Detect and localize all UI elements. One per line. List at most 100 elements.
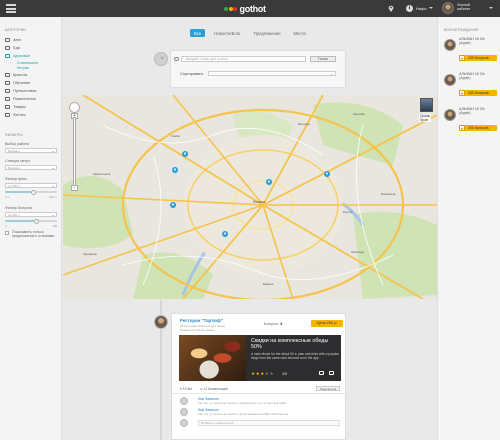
reviews-only-label[interactable]: Показывать только предложения с отзывами bbox=[12, 230, 58, 239]
reward-badge-label: 200 бонусов bbox=[468, 126, 489, 130]
map-marker[interactable] bbox=[172, 167, 179, 181]
car-icon bbox=[5, 38, 10, 42]
chevron-down-icon[interactable] bbox=[429, 6, 433, 9]
star-icon[interactable]: ★ bbox=[265, 371, 269, 377]
reward-item[interactable]: АЛЬФАН 16 Gb (Apple) ★ 200 бонусов bbox=[444, 107, 498, 137]
street-view-thumbnail[interactable] bbox=[420, 98, 433, 112]
location-pin-icon[interactable] bbox=[388, 5, 394, 12]
price-badge[interactable]: Цена 200 р. bbox=[311, 320, 343, 327]
map-marker[interactable] bbox=[170, 202, 177, 216]
category-item[interactable]: Развлечения bbox=[5, 97, 36, 101]
add-comment: Добавить комментарий bbox=[180, 419, 340, 428]
map-label: Реутов bbox=[343, 210, 353, 214]
map-pan-control[interactable] bbox=[69, 102, 80, 113]
filters-title: ФИЛЬТРЫ bbox=[5, 133, 23, 137]
price-slider[interactable] bbox=[5, 189, 57, 195]
category-item[interactable]: Товары bbox=[5, 105, 26, 109]
category-label: Фитнес bbox=[13, 113, 26, 117]
category-item[interactable]: Еда bbox=[5, 46, 20, 50]
sort-select[interactable] bbox=[208, 71, 336, 76]
likes-count[interactable]: ♥ 15 like bbox=[180, 387, 192, 391]
reviews-only-checkbox[interactable] bbox=[5, 231, 9, 235]
avatar[interactable] bbox=[442, 2, 454, 14]
category-item[interactable]: Красота bbox=[5, 73, 27, 77]
reward-item[interactable]: АЛЬФАН 16 Gb (Apple) ★ 200 бонусов bbox=[444, 37, 498, 67]
deal-banner[interactable]: Скидки на комплексные обеды 50% A main d… bbox=[179, 335, 341, 381]
zoom-slider[interactable] bbox=[73, 117, 76, 187]
search-input[interactable]: Введите слово для поиска bbox=[181, 56, 306, 62]
rating-stars[interactable]: ★ ★ ★ ★ ★ bbox=[251, 371, 274, 377]
star-icon[interactable]: ★ bbox=[251, 371, 255, 377]
price-min: 0 тг bbox=[5, 195, 10, 199]
price-slider-handle[interactable] bbox=[31, 189, 37, 195]
star-icon: ★ bbox=[459, 55, 465, 61]
category-label: Еда bbox=[13, 46, 20, 50]
avatar[interactable] bbox=[180, 397, 188, 405]
price-slider-values: 0 тг 500 тг bbox=[5, 195, 57, 199]
district-select[interactable]: Выбрать bbox=[5, 148, 57, 153]
star-icon[interactable]: ★ bbox=[260, 371, 264, 377]
logo-dot-yellow bbox=[228, 6, 233, 11]
logo-dot-red bbox=[233, 6, 237, 11]
star-icon[interactable]: ★ bbox=[270, 371, 274, 377]
category-label: Путешествия bbox=[13, 89, 37, 93]
price-filter-label: Фильтр цены bbox=[5, 177, 27, 181]
reward-badge[interactable]: ★ 200 бонусов bbox=[459, 55, 497, 61]
comment-input[interactable]: Добавить комментарий bbox=[198, 420, 340, 426]
info-icon[interactable]: i bbox=[406, 5, 413, 12]
tab-offers[interactable]: Предложения bbox=[250, 29, 285, 37]
star-icon[interactable]: ★ bbox=[256, 371, 260, 377]
comments-count[interactable]: ✉ 12 Комментарий bbox=[200, 387, 228, 391]
reward-item[interactable]: АЛЬФАН 16 Gb (Apple) ★ 200 бонусов bbox=[444, 72, 498, 102]
category-label: Авто bbox=[13, 38, 22, 42]
map-label: Королёв bbox=[353, 112, 365, 116]
bonus-slider-handle[interactable] bbox=[33, 218, 39, 224]
logo[interactable]: gothot bbox=[224, 3, 266, 14]
metro-select[interactable]: Выбрать bbox=[5, 165, 57, 170]
bonus-slider[interactable] bbox=[5, 218, 57, 224]
bonus-filter-select[interactable]: до 500 тг. bbox=[5, 212, 57, 217]
subcategory-item[interactable]: Стоматология bbox=[17, 61, 38, 65]
tab-places[interactable]: Места bbox=[289, 29, 309, 37]
avatar[interactable] bbox=[154, 315, 168, 329]
zoom-out-button[interactable]: − bbox=[71, 185, 78, 191]
share-button[interactable]: Поделиться bbox=[316, 386, 340, 391]
language-selector[interactable]: Нафо bbox=[416, 6, 427, 11]
logo-dots bbox=[224, 6, 238, 11]
deal-photo bbox=[179, 335, 246, 381]
tab-news[interactable]: Новости/Блог bbox=[210, 29, 244, 37]
bonus-info: Бонусы: 3 bbox=[264, 321, 282, 326]
menu-icon[interactable] bbox=[6, 4, 16, 13]
map[interactable]: Москва Химки Мытищи Балашиха Люберцы Кра… bbox=[63, 95, 437, 299]
map-label: Мытищи bbox=[298, 122, 310, 126]
reward-text: АЛЬФАН 16 Gb (Apple) bbox=[459, 37, 499, 46]
metro-label: Станция метро bbox=[5, 159, 31, 163]
place-name[interactable]: Ресторан "Тартюф" bbox=[180, 318, 223, 323]
scroll-top-button[interactable] bbox=[154, 52, 168, 66]
category-item[interactable]: Путешествия bbox=[5, 89, 36, 93]
user-menu[interactable]: Личный кабинет bbox=[457, 3, 470, 11]
deal-title: Скидки на комплексные обеды 50% bbox=[251, 338, 329, 350]
deal-description: A main dinner for the about 50 a. plan a… bbox=[251, 352, 339, 360]
comment-icon[interactable] bbox=[319, 371, 324, 375]
map-label: Видное bbox=[263, 282, 274, 286]
category-item[interactable]: Обучение bbox=[5, 81, 30, 85]
likes-label: 15 like bbox=[182, 387, 193, 391]
search-button[interactable]: Поиск bbox=[310, 56, 336, 62]
category-item[interactable]: Здоровье bbox=[5, 54, 30, 58]
category-item[interactable]: Фитнес bbox=[5, 113, 26, 117]
subcategory-item[interactable]: Нетупки bbox=[17, 66, 29, 70]
avatar[interactable] bbox=[180, 408, 188, 416]
reward-badge[interactable]: ★ 200 бонусов bbox=[459, 125, 497, 131]
reward-text: АЛЬФАН 16 Gb (Apple) bbox=[459, 107, 499, 116]
search-placeholder: Введите слово для поиска bbox=[186, 57, 228, 61]
category-item[interactable]: Авто bbox=[5, 38, 21, 42]
map-label: Люберцы bbox=[351, 250, 364, 254]
tab-all[interactable]: Все bbox=[190, 29, 206, 37]
reward-subtitle: (Apple) bbox=[459, 41, 471, 46]
fork-icon bbox=[5, 46, 10, 50]
share-icon[interactable] bbox=[329, 371, 334, 375]
chevron-down-icon[interactable] bbox=[489, 6, 493, 9]
reward-badge[interactable]: ★ 200 бонусов bbox=[459, 90, 497, 96]
price-filter-select[interactable]: до 500 тг. bbox=[5, 183, 57, 188]
